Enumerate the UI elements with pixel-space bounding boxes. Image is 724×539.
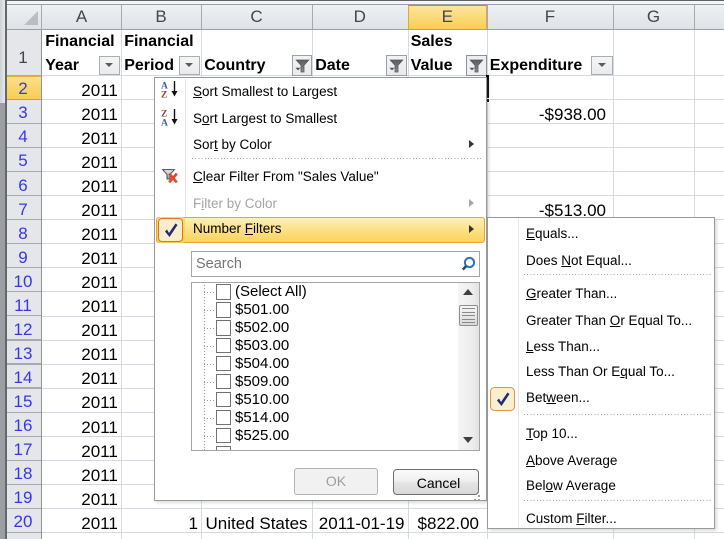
svg-text:Z: Z [161, 91, 167, 100]
svg-text:A: A [161, 118, 168, 127]
